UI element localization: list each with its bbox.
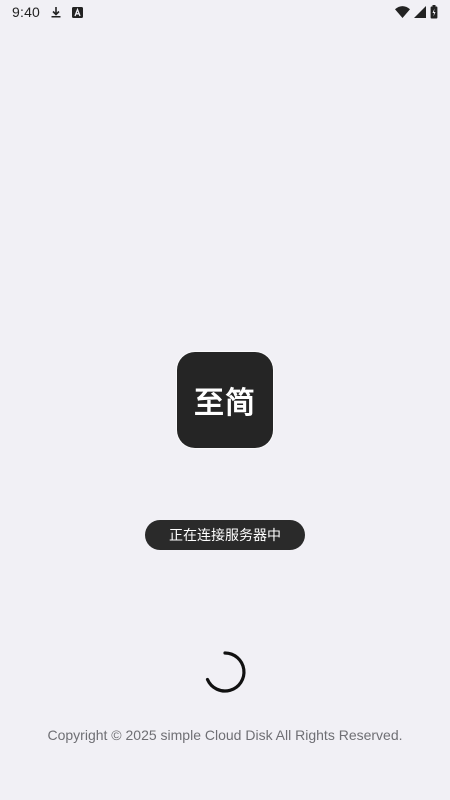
status-left: 9:40 bbox=[12, 4, 84, 20]
status-right bbox=[395, 5, 438, 19]
status-time: 9:40 bbox=[12, 4, 41, 20]
loading-spinner-icon bbox=[203, 650, 247, 694]
status-bar: 9:40 bbox=[0, 0, 450, 24]
toast-message: 正在连接服务器中 bbox=[169, 528, 281, 544]
signal-icon bbox=[414, 6, 426, 18]
battery-icon bbox=[430, 5, 438, 19]
copyright-text: Copyright © 2025 simple Cloud Disk All R… bbox=[47, 727, 403, 743]
download-icon bbox=[50, 6, 62, 18]
wifi-icon bbox=[395, 6, 410, 18]
app-logo-text: 至简 bbox=[194, 386, 256, 421]
connecting-toast: 正在连接服务器中 bbox=[145, 520, 305, 550]
a-notification-icon bbox=[72, 6, 84, 18]
app-logo: 至简 bbox=[177, 352, 273, 448]
